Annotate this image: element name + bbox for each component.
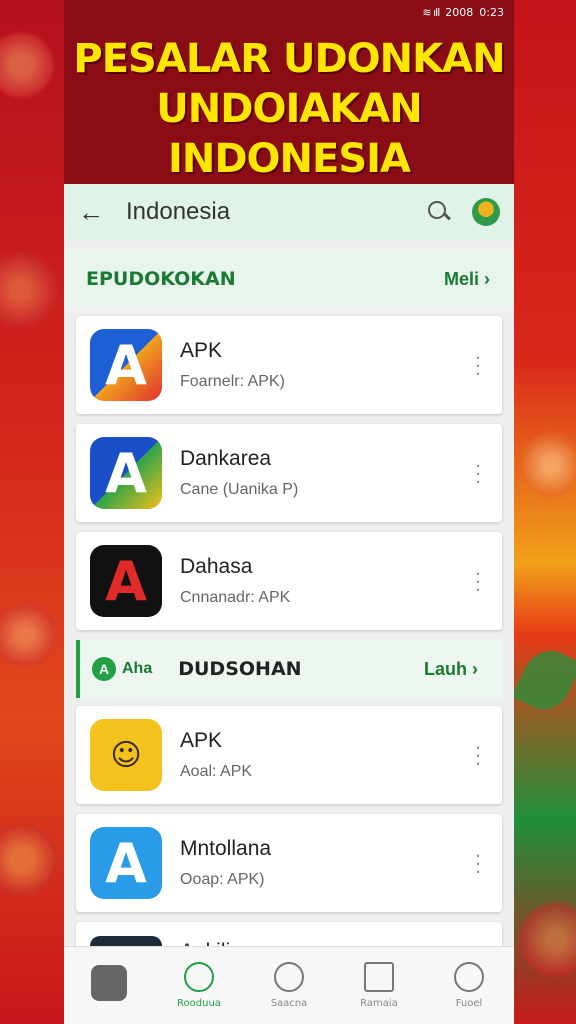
nav-saacna[interactable]: Saacna (249, 962, 329, 1009)
app-icon: ☺ (90, 719, 162, 791)
promo-banner: PESALAR UDONKAN UNDOIAKAN INDONESIA (64, 24, 514, 184)
app-bar: ← Indonesia (64, 184, 514, 240)
flower-decoration (516, 900, 576, 980)
section-label: DUDSOHAN (178, 658, 302, 680)
app-name: Dankarea (180, 447, 272, 470)
person-icon (454, 962, 484, 992)
app-list-item[interactable]: A Mntollana Ooap: APK) · · · (76, 814, 502, 912)
app-name: APK (180, 729, 223, 752)
app-subtitle: Cane (Uanika P) (180, 481, 299, 498)
app-subtitle: Foarnelr: APK) (180, 373, 285, 390)
document-icon (364, 962, 394, 992)
more-options-icon[interactable]: · · · (468, 346, 488, 384)
back-arrow-icon[interactable]: ← (78, 197, 108, 228)
app-icon: A (90, 329, 162, 401)
flower-decoration (0, 600, 60, 670)
more-options-icon[interactable]: · · · (468, 844, 488, 882)
app-icon: A (90, 545, 162, 617)
phone-screen: ≋ ıll 2008 0:23 PESALAR UDONKAN UNDOIAKA… (64, 0, 514, 1024)
app-name: APK (180, 339, 223, 362)
nav-home[interactable] (69, 964, 149, 1007)
section-more-link[interactable]: Lauh › (424, 659, 478, 680)
banner-line-1: PESALAR UDONKAN (73, 36, 505, 82)
nav-label: Saacna (270, 998, 308, 1009)
app-store-icon: A (92, 657, 116, 681)
more-options-icon[interactable]: · · · (468, 454, 488, 492)
leaf-decoration (512, 642, 576, 718)
nav-label: Rooduua (177, 998, 221, 1009)
more-options-icon[interactable]: · · · (468, 562, 488, 600)
section-more-link[interactable]: Meli › (444, 269, 490, 290)
more-options-icon[interactable]: · · · (468, 736, 488, 774)
nav-label: Ramaia (360, 998, 398, 1009)
app-subtitle: Aoal: APK (180, 763, 253, 780)
decorative-right-art (512, 0, 576, 1024)
bottom-navigation: Rooduua Saacna Ramaia Fuoel (64, 946, 514, 1024)
nav-rooduua[interactable]: Rooduua (159, 962, 239, 1009)
profile-avatar-icon[interactable] (472, 198, 500, 226)
app-list-item[interactable]: ☺ APK Aoal: APK · · · (76, 706, 502, 804)
nav-label: Fuoel (455, 998, 483, 1009)
app-list-item[interactable]: A Dahasa Cnnanadr: APK · · · (76, 532, 502, 630)
camera-lens-icon (274, 962, 304, 992)
app-list-item[interactable]: A Dankarea Cane (Uanika P) · · · (76, 424, 502, 522)
app-subtitle: Ooap: APK) (180, 871, 265, 888)
decorative-left-art (0, 0, 66, 1024)
app-name: Mntollana (180, 837, 272, 860)
app-icon: A (90, 437, 162, 509)
app-subtitle: Cnnanadr: APK (180, 589, 291, 606)
home-icon (91, 964, 127, 1001)
battery-icon: 0:23 (479, 5, 504, 19)
app-name: Dahasa (180, 555, 253, 578)
flower-decoration (0, 30, 56, 100)
flower-decoration (0, 250, 60, 330)
section-header-recommended: EPUDOKOKAN Meli › (64, 250, 514, 308)
app-list-item[interactable]: A APK Foarnelr: APK) · · · (76, 316, 502, 414)
app-icon: A (90, 827, 162, 899)
compass-icon (184, 962, 214, 992)
nav-ramaia[interactable]: Ramaia (339, 962, 419, 1009)
flower-decoration (516, 430, 576, 500)
banner-line-2: UNDOIAKAN INDONESIA (156, 86, 422, 182)
section-header-downloads: A Aha DUDSOHAN Lauh › (76, 640, 502, 698)
status-bar: ≋ ıll 2008 0:23 (64, 0, 514, 24)
section-label: EPUDOKOKAN (86, 268, 236, 290)
signal-icon: ≋ ıll (422, 5, 440, 19)
section-tag-text: Aha (122, 660, 153, 677)
search-icon[interactable] (424, 197, 454, 227)
page-title: Indonesia (126, 198, 231, 225)
section-tag: A Aha (92, 657, 152, 681)
flower-decoration (0, 820, 62, 900)
nav-fuoel[interactable]: Fuoel (429, 962, 509, 1009)
status-clock: 2008 (445, 5, 474, 19)
